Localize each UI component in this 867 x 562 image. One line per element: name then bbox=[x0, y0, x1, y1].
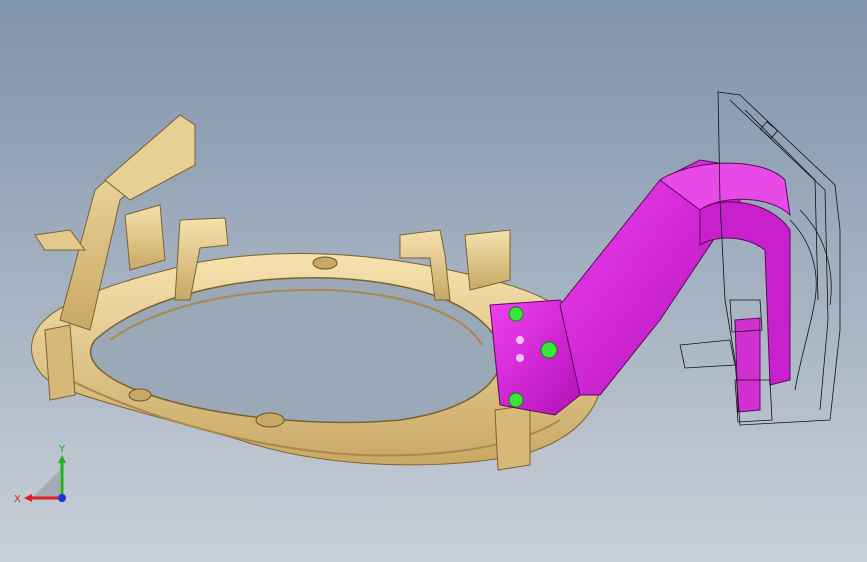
cad-3d-viewport[interactable]: X Y bbox=[0, 0, 867, 562]
tab-right-upright bbox=[464, 229, 511, 291]
left-tab bbox=[34, 229, 86, 251]
mount-hole bbox=[312, 256, 338, 270]
wireframe-slot bbox=[759, 121, 779, 139]
weld-point[interactable] bbox=[540, 341, 558, 359]
tab-left-upright bbox=[124, 204, 166, 271]
highlighted-bracket-part[interactable] bbox=[489, 159, 791, 416]
left-front-leg bbox=[44, 324, 76, 401]
weld-point[interactable] bbox=[508, 306, 524, 322]
mount-hole bbox=[255, 412, 285, 428]
z-axis-dot bbox=[58, 494, 66, 502]
mount-hole bbox=[128, 388, 152, 402]
bolt-hole bbox=[516, 336, 524, 344]
y-axis-arrowhead bbox=[58, 455, 66, 463]
tab-front-right bbox=[494, 404, 531, 471]
triad-plane bbox=[32, 470, 60, 498]
y-axis-label: Y bbox=[58, 444, 66, 455]
magenta-lower-tube bbox=[734, 317, 761, 413]
wireframe-outline bbox=[789, 219, 817, 391]
x-axis-label: X bbox=[14, 494, 21, 505]
wireframe-outline bbox=[679, 339, 736, 369]
orientation-triad[interactable]: X Y bbox=[10, 438, 80, 508]
weld-point[interactable] bbox=[508, 392, 524, 408]
left-arm-top-flange bbox=[104, 114, 196, 201]
model-scene[interactable] bbox=[0, 0, 867, 562]
bolt-hole bbox=[516, 354, 524, 362]
x-axis-arrowhead bbox=[24, 494, 32, 502]
